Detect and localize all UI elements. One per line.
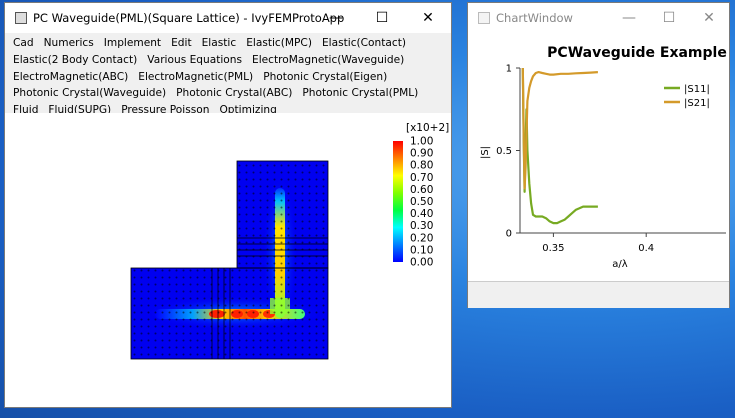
y-tick-label: 1 — [506, 64, 512, 75]
menu-item-electromagnetic-waveguide[interactable]: ElectroMagnetic(Waveguide) — [252, 52, 404, 69]
chart-title: PCWaveguide Example — [547, 45, 727, 61]
series-line-s21 — [521, 67, 598, 190]
main-titlebar[interactable]: PC Waveguide(PML)(Square Lattice) - IvyF… — [5, 3, 451, 33]
chart-window: ChartWindow — ☐ ✕ PCWaveguide Example 0 0.… — [467, 2, 730, 308]
menu-item-electromagnetic-pml[interactable]: ElectroMagnetic(PML) — [138, 69, 253, 86]
color-scale-bar: [x10+2]1.000.900.800.700.600.500.400.300… — [393, 122, 449, 269]
color-scale-tick: 0.60 — [410, 184, 433, 196]
menu-item-photonic-crystal-pml[interactable]: Photonic Crystal(PML) — [302, 85, 418, 102]
color-scale-tick: 0.80 — [410, 160, 433, 172]
menu-bar: Cad Numerics Implement Edit Elastic Elastic(M… — [5, 33, 451, 121]
x-tick-label: 0.35 — [542, 243, 564, 254]
waveguide-domain — [130, 160, 329, 360]
menu-item-elastic-contact[interactable]: Elastic(Contact) — [322, 35, 406, 52]
menu-item-edit[interactable]: Edit — [171, 35, 192, 52]
chart-minimize-button[interactable]: — — [609, 3, 649, 33]
chart-window-title: ChartWindow — [496, 11, 573, 25]
chart-maximize-button[interactable]: ☐ — [649, 3, 689, 33]
maximize-icon: ☐ — [375, 10, 389, 26]
menu-item-electromagnetic-abc[interactable]: ElectroMagnetic(ABC) — [13, 69, 128, 86]
close-icon: ✕ — [422, 10, 434, 26]
color-scale-tick: 0.30 — [410, 220, 433, 232]
color-scale-tick: 0.50 — [410, 196, 433, 208]
menu-item-elastic[interactable]: Elastic — [202, 35, 237, 52]
menu-item-elastic-mpc[interactable]: Elastic(MPC) — [246, 35, 312, 52]
y-axis-label: |S| — [480, 146, 491, 159]
menu-item-photonic-crystal-eigen[interactable]: Photonic Crystal(Eigen) — [263, 69, 387, 86]
y-tick-label: 0.5 — [496, 146, 512, 157]
x-tick-label: 0.4 — [638, 243, 654, 254]
main-window: PC Waveguide(PML)(Square Lattice) - IvyF… — [4, 2, 452, 408]
chart-close-button[interactable]: ✕ — [689, 3, 729, 33]
close-icon: ✕ — [703, 10, 715, 26]
chart-titlebar[interactable]: ChartWindow — ☐ ✕ — [468, 3, 729, 33]
menu-item-implement[interactable]: Implement — [104, 35, 161, 52]
menu-item-photonic-crystal-waveguide[interactable]: Photonic Crystal(Waveguide) — [13, 85, 166, 102]
minimize-icon: — — [329, 10, 343, 26]
close-button[interactable]: ✕ — [405, 3, 451, 33]
menu-item-numerics[interactable]: Numerics — [44, 35, 94, 52]
field-plot: [x10+2]1.000.900.800.700.600.500.400.300… — [130, 122, 449, 360]
menu-item-various-equations[interactable]: Various Equations — [147, 52, 242, 69]
chart-app-icon — [478, 12, 490, 24]
menu-item-cad[interactable]: Cad — [13, 35, 34, 52]
color-scale-tick: 0.00 — [410, 257, 433, 269]
maximize-icon: ☐ — [662, 10, 676, 26]
menu-item-photonic-crystal-abc[interactable]: Photonic Crystal(ABC) — [176, 85, 292, 102]
color-scale-tick: 0.90 — [410, 148, 433, 160]
color-scale-tick: 0.20 — [410, 232, 433, 244]
color-scale-tick: 1.00 — [410, 136, 433, 148]
x-axis-label: a/λ — [612, 259, 627, 270]
main-window-title: PC Waveguide(PML)(Square Lattice) - IvyF… — [33, 11, 345, 25]
s-parameter-chart: PCWaveguide Example 0 0.5 1 0.35 0.4 a/λ |S| |S1… — [480, 45, 727, 270]
color-scale-tick: 0.40 — [410, 208, 433, 220]
app-icon — [15, 12, 27, 24]
y-tick-label: 0 — [506, 229, 512, 240]
color-scale-tick: 0.10 — [410, 244, 433, 256]
field-plot-area: [x10+2] 1.00 0.90 0.80 0.70 0.60 0.50 0.40 0.30 0… — [5, 113, 451, 407]
minimize-icon: — — [622, 10, 636, 26]
chart-area: PCWaveguide Example 0 0.5 1 0.35 0.4 a/λ |S| |S1… — [468, 33, 729, 277]
color-scale-tick: 0.70 — [410, 172, 433, 184]
series-line-s11 — [521, 67, 598, 225]
minimize-button[interactable]: — — [313, 3, 359, 33]
color-scale-multiplier: [x10+2] — [406, 122, 449, 134]
legend-label: |S11| — [684, 84, 710, 95]
color-scale-gradient — [393, 141, 403, 262]
legend-label: |S21| — [684, 98, 710, 109]
menu-item-elastic-2-body-contact[interactable]: Elastic(2 Body Contact) — [13, 52, 137, 69]
maximize-button[interactable]: ☐ — [359, 3, 405, 33]
chart-status-area — [468, 281, 729, 308]
